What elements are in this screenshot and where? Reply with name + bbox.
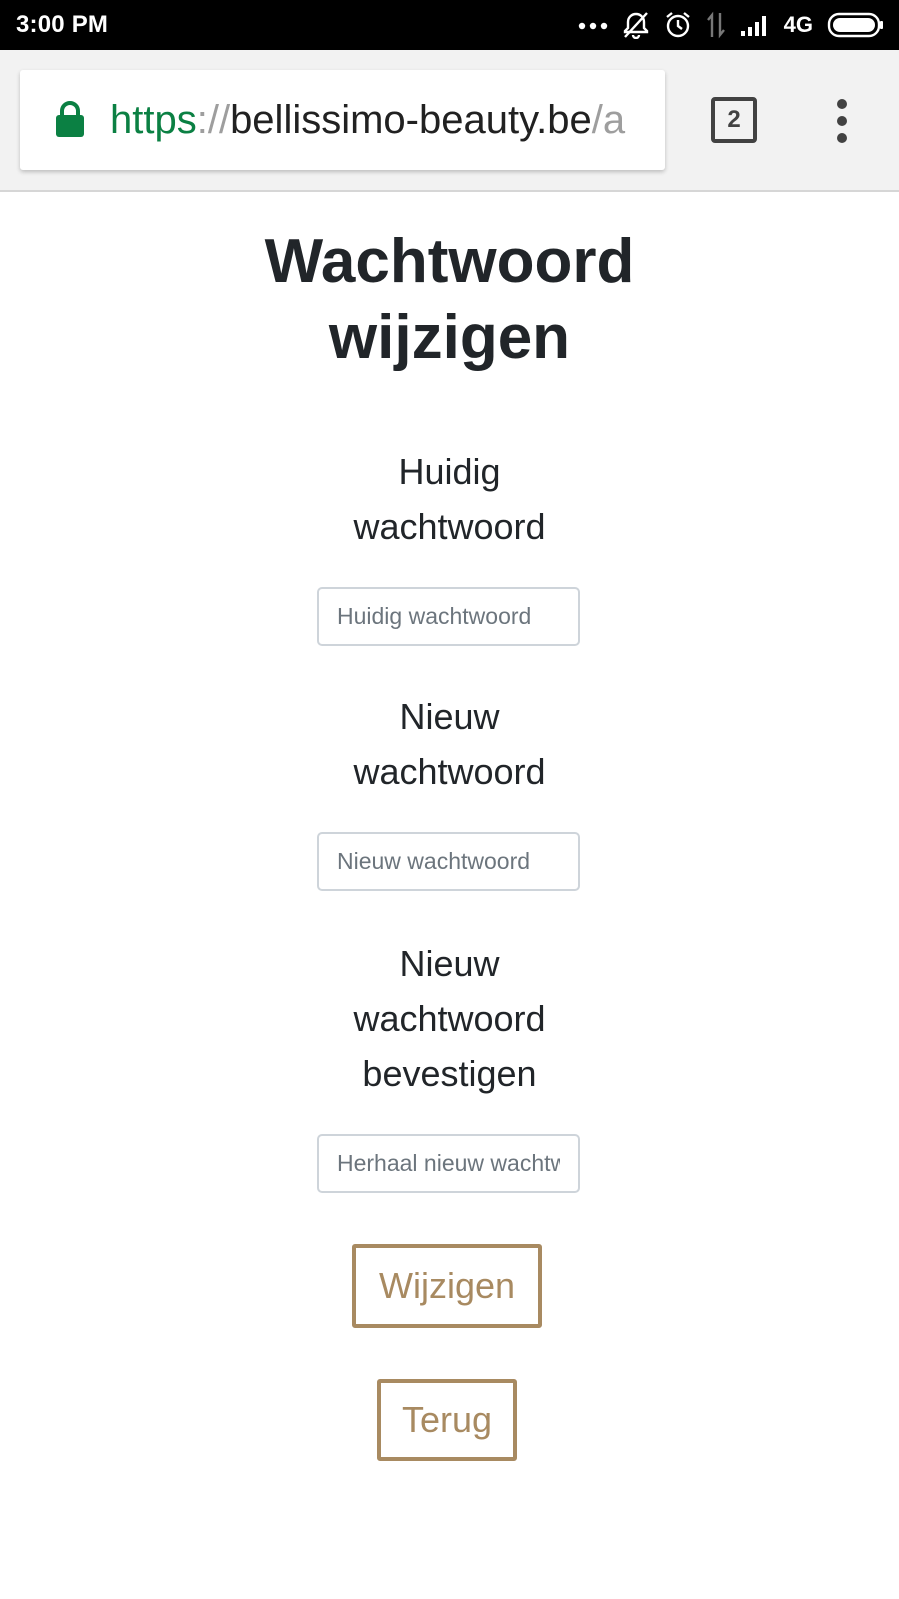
notifications-off-icon — [622, 11, 650, 39]
browser-toolbar: https://bellissimo-beauty.be/a 2 — [0, 50, 899, 192]
url-separator: :// — [196, 98, 231, 142]
confirm-password-label: Nieuw wachtwoord bevestigen — [353, 943, 546, 1094]
change-password-button[interactable]: Wijzigen — [352, 1244, 542, 1328]
page-content: Wachtwoord wijzigen Huidig wachtwoord Ni… — [0, 194, 899, 1599]
tab-switcher-button[interactable]: 2 — [711, 97, 757, 143]
new-password-label: Nieuw wachtwoord — [353, 696, 546, 792]
more-vert-icon[interactable] — [830, 96, 854, 146]
url-host: bellissimo-beauty.be — [230, 98, 592, 142]
url-path: /a — [591, 98, 626, 142]
status-bar: 3:00 PM 4G — [0, 0, 899, 50]
more-dots-icon — [578, 20, 608, 30]
signal-icon — [740, 13, 770, 37]
current-password-input[interactable] — [317, 587, 580, 646]
page-title-line-1: Wachtwoord — [264, 227, 635, 296]
page-title: Wachtwoord wijzigen — [200, 224, 699, 376]
url-scheme: https — [110, 98, 197, 142]
alarm-icon — [664, 11, 692, 39]
address-bar[interactable]: https://bellissimo-beauty.be/a — [20, 70, 665, 170]
current-password-label: Huidig wachtwoord — [353, 451, 546, 547]
lock-icon — [54, 100, 86, 138]
status-time: 3:00 PM — [16, 11, 109, 38]
back-button[interactable]: Terug — [377, 1379, 517, 1461]
url-text[interactable]: https://bellissimo-beauty.be/a — [110, 70, 660, 170]
data-transfer-icon — [706, 11, 726, 39]
new-password-input[interactable] — [317, 832, 580, 891]
status-icons: 4G — [578, 11, 885, 39]
network-type: 4G — [783, 12, 813, 37]
confirm-password-input[interactable] — [317, 1134, 580, 1193]
battery-icon — [827, 12, 885, 38]
page-title-line-2: wijzigen — [328, 303, 571, 372]
